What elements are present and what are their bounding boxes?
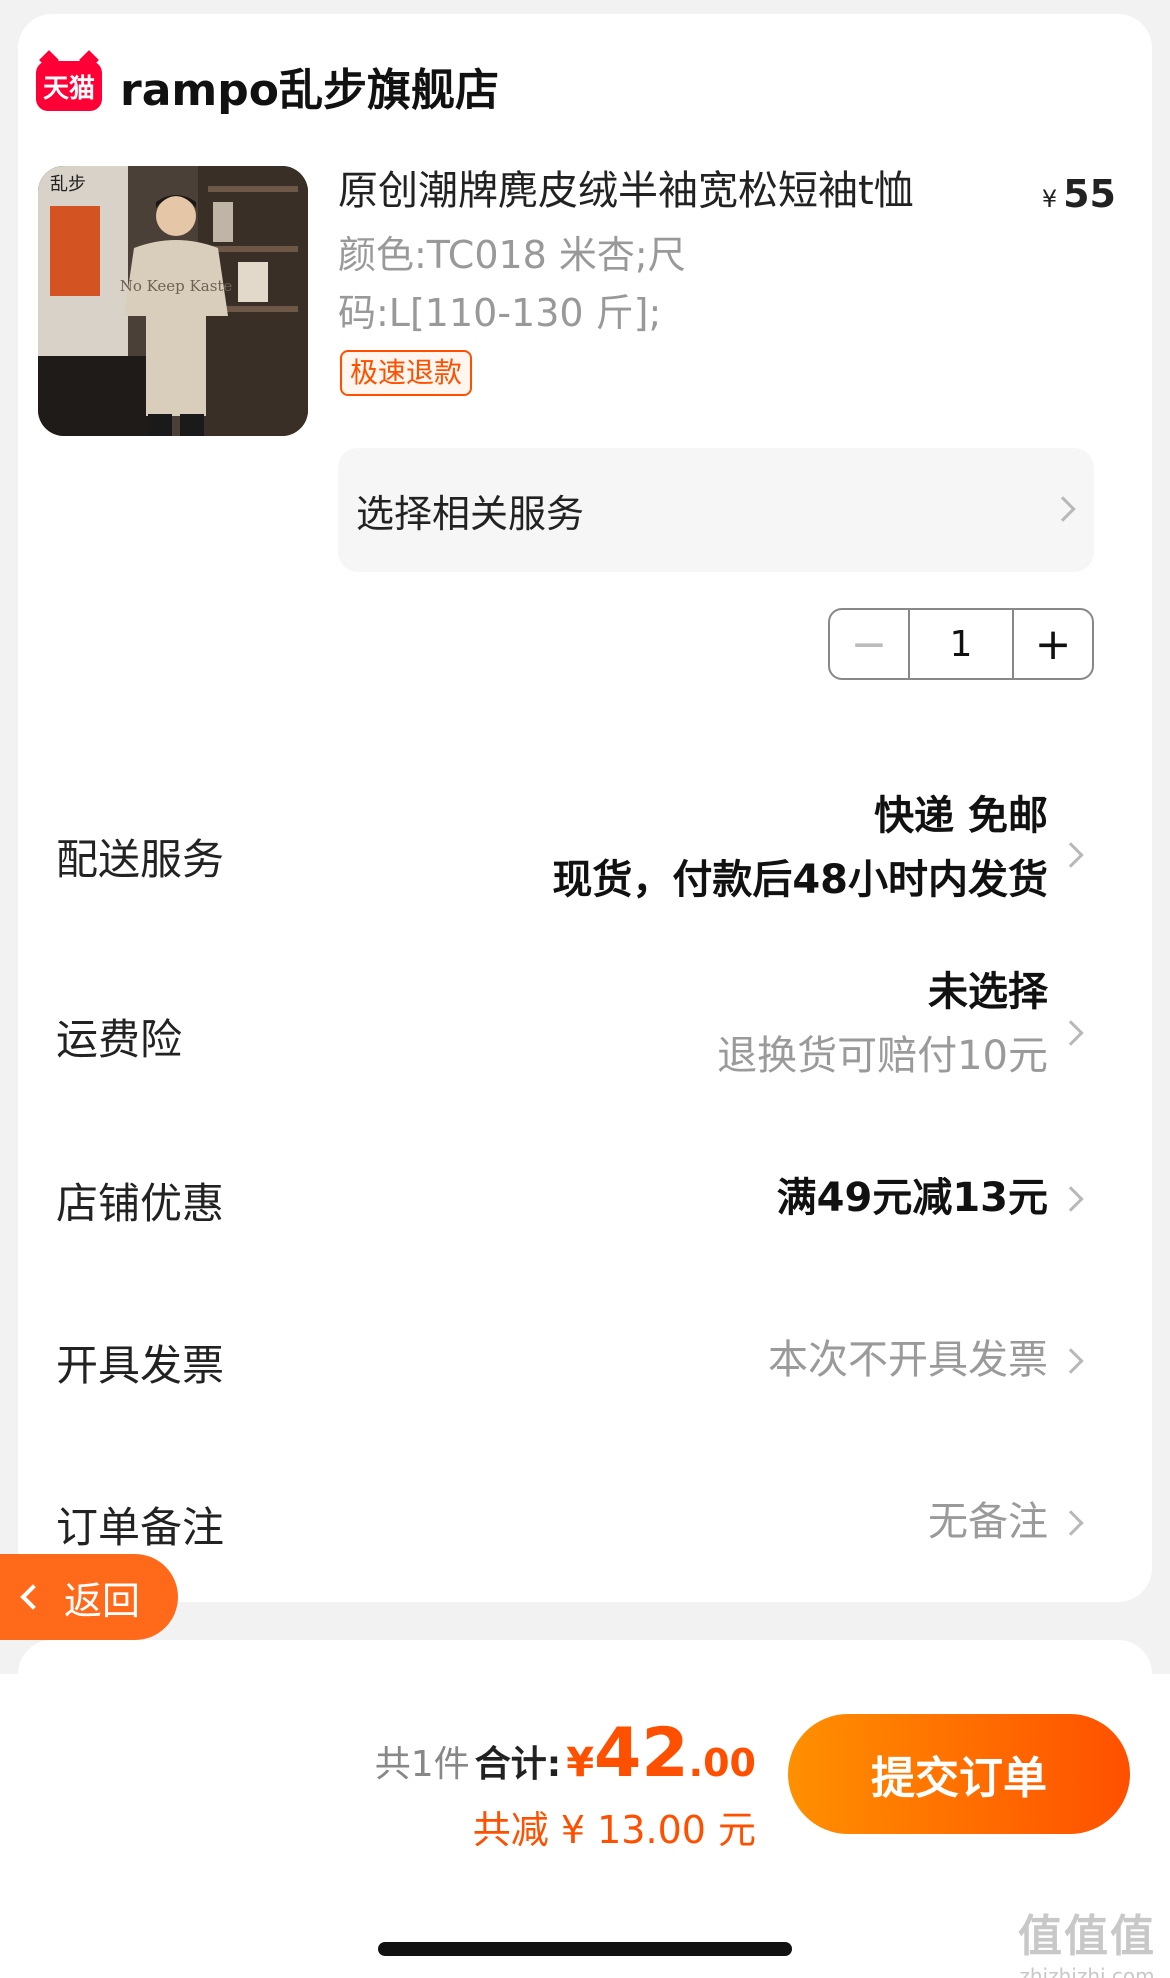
spec-line-1: 颜色:TC018 米杏;尺 xyxy=(338,233,686,277)
image-brand-mark: 乱步 xyxy=(50,174,86,195)
delivery-time: 现货，付款后48小时内发货 xyxy=(552,857,1048,903)
increment-button[interactable]: + xyxy=(1014,610,1092,678)
invoice-label: 开具发票 xyxy=(56,1341,225,1390)
shop-header[interactable]: 天猫 rampo乱步旗舰店 xyxy=(36,54,499,118)
checkout-bar: 共1件 合计: ¥42.00 共减 ¥ 13.00 元 提交订单 值值值 zhi… xyxy=(0,1674,1170,1978)
total-currency: ¥ xyxy=(566,1740,595,1786)
product-title[interactable]: 原创潮牌麂皮绒半袖宽松短袖t恤 xyxy=(338,166,998,216)
delivery-row[interactable]: 配送服务 快递 免邮 现货，付款后48小时内发货 xyxy=(36,770,1116,930)
shipping-insurance-row[interactable]: 运费险 未选择 退换货可赔付10元 xyxy=(36,948,1116,1108)
product-image[interactable]: No Keep Kaste 乱步 xyxy=(38,166,308,436)
total-label: 合计: xyxy=(474,1744,562,1785)
chevron-right-icon xyxy=(1058,1348,1084,1374)
chevron-right-icon xyxy=(1058,1020,1084,1046)
submit-order-button[interactable]: 提交订单 xyxy=(788,1714,1130,1834)
quantity-stepper[interactable]: − 1 + xyxy=(828,608,1094,680)
back-label: 返回 xyxy=(64,1578,141,1623)
home-indicator[interactable] xyxy=(378,1942,792,1956)
select-service-label: 选择相关服务 xyxy=(356,491,585,536)
watermark: 值值值 zhizhizhi.com xyxy=(1018,1900,1156,1978)
item-count: 共1件 xyxy=(374,1744,470,1785)
product-price: ¥55 xyxy=(1041,172,1116,216)
total-amount-integer: 42 xyxy=(594,1714,689,1793)
product-spec[interactable]: 颜色:TC018 米杏;尺 码:L[110-130 斤]; xyxy=(338,226,758,342)
invoice-value: 本次不开具发票 xyxy=(768,1337,1048,1383)
quantity-value[interactable]: 1 xyxy=(908,610,1014,678)
watermark-site: zhizhizhi.com xyxy=(1019,1964,1155,1978)
watermark-logo: 值值值 xyxy=(1018,1911,1156,1962)
tmall-logo-icon: 天猫 xyxy=(36,61,102,111)
invoice-row[interactable]: 开具发票 本次不开具发票 xyxy=(36,1308,1116,1418)
fast-refund-badge: 极速退款 xyxy=(340,350,473,396)
shirt-print: No Keep Kaste xyxy=(120,277,233,295)
insurance-status: 未选择 xyxy=(928,969,1048,1015)
select-service-button[interactable]: 选择相关服务 xyxy=(338,448,1094,572)
delivery-method: 快递 免邮 xyxy=(874,793,1048,839)
total-amount-decimal: .00 xyxy=(688,1741,756,1785)
total-discount: 共减 ¥ 13.00 元 xyxy=(472,1808,756,1852)
back-button[interactable]: 返回 xyxy=(0,1554,178,1640)
chevron-right-icon xyxy=(1058,842,1084,868)
insurance-description: 退换货可赔付10元 xyxy=(717,1033,1048,1079)
chevron-right-icon xyxy=(1050,496,1076,522)
order-remark-label: 订单备注 xyxy=(56,1503,225,1552)
order-remark-row[interactable]: 订单备注 无备注 xyxy=(36,1470,1116,1580)
chevron-right-icon xyxy=(1058,1186,1084,1212)
shop-coupon-row[interactable]: 店铺优惠 满49元减13元 xyxy=(36,1146,1116,1256)
shipping-insurance-value: 未选择 退换货可赔付10元 xyxy=(717,960,1048,1088)
decrement-button[interactable]: − xyxy=(830,610,908,678)
order-remark-value: 无备注 xyxy=(928,1499,1048,1545)
chevron-left-icon xyxy=(20,1584,46,1610)
delivery-label: 配送服务 xyxy=(56,835,225,884)
delivery-value: 快递 免邮 现货，付款后48小时内发货 xyxy=(552,784,1048,912)
order-total: 共1件 合计: ¥42.00 共减 ¥ 13.00 元 xyxy=(375,1714,756,1854)
shop-coupon-label: 店铺优惠 xyxy=(56,1179,225,1228)
spec-line-2: 码:L[110-130 斤]; xyxy=(338,291,662,335)
shop-coupon-value: 满49元减13元 xyxy=(776,1175,1048,1221)
shipping-insurance-label: 运费险 xyxy=(56,1015,183,1064)
shop-name[interactable]: rampo乱步旗舰店 xyxy=(120,54,499,118)
chevron-right-icon xyxy=(1058,1510,1084,1536)
